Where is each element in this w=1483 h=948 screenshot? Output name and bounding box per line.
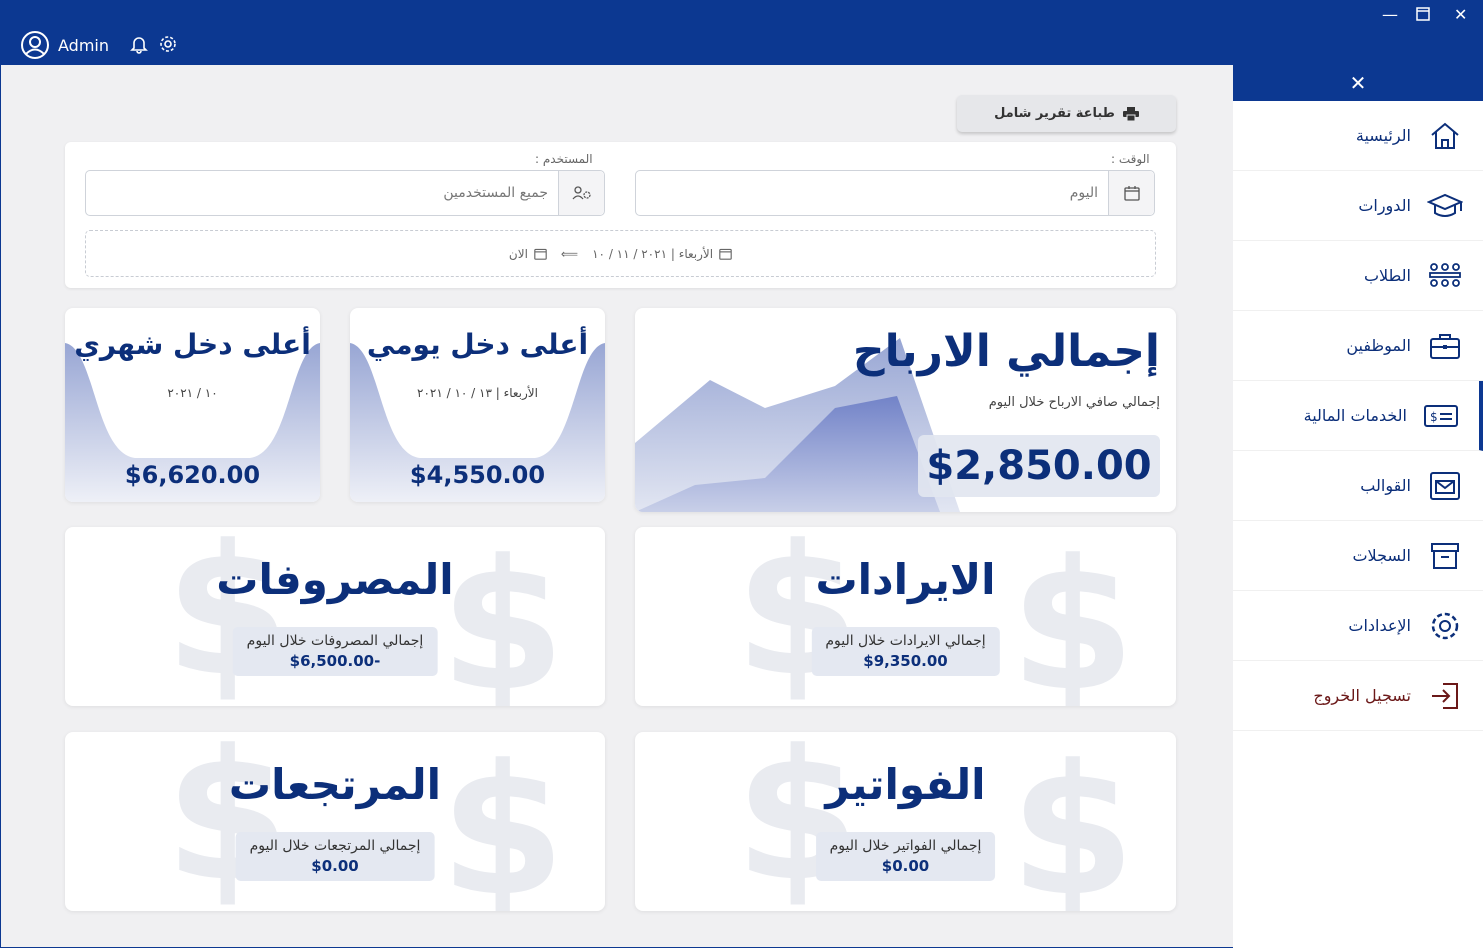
invoices-stat: إجمالي الفواتير خلال اليوم $0.00 — [815, 832, 996, 881]
total-profit-title: إجمالي الارباح — [852, 326, 1160, 377]
bell-icon[interactable] — [129, 34, 149, 54]
sidebar-item-financial-services[interactable]: الخدمات المالية $ — [1233, 381, 1483, 451]
sidebar-item-label: الرئيسية — [1355, 126, 1411, 145]
calendar-small-icon — [534, 248, 547, 260]
user-avatar-icon — [21, 31, 49, 59]
sidebar-item-students[interactable]: الطلاب — [1233, 241, 1483, 311]
sidebar-item-label: الدورات — [1358, 196, 1411, 215]
money-card-icon: $ — [1423, 400, 1459, 432]
daily-income-amount: $4,550.00 — [409, 461, 546, 489]
returns-title: المرتجعات — [228, 760, 442, 809]
maximize-button[interactable] — [1416, 5, 1430, 25]
range-to: الان — [508, 246, 528, 261]
monthly-income-card: أعلى دخل شهري ١٠ / ٢٠٢١ $6,620.00 — [65, 308, 320, 502]
sidebar-item-label: الإعدادات — [1348, 616, 1411, 635]
filter-panel: المستخدم : جميع المستخدمين الوقت : اليوم — [65, 142, 1176, 288]
total-profit-subtitle: إجمالي صافي الارباح خلال اليوم — [988, 395, 1160, 410]
user-filter-label: المستخدم : — [535, 152, 593, 166]
maximize-icon — [1416, 7, 1430, 21]
invoices-amount: $0.00 — [881, 857, 930, 875]
sidebar-item-settings[interactable]: الإعدادات — [1233, 591, 1483, 661]
user-menu[interactable]: Admin — [20, 30, 109, 60]
sidebar-item-logout[interactable]: تسجيل الخروج — [1233, 661, 1483, 731]
time-filter-value: اليوم — [1069, 185, 1098, 201]
user-filter-value: جميع المستخدمين — [443, 185, 548, 201]
sidebar-nav: ✕ الرئيسية الدورات الطلاب الموظفين الخدم… — [1233, 65, 1483, 948]
daily-income-title: أعلى دخل يومي — [366, 328, 589, 361]
daily-income-date: الأربعاء | ١٣ / ١٠ / ٢٠٢١ — [417, 386, 538, 400]
title-bar: Admin — ✕ — [0, 0, 1483, 65]
graduation-cap-icon — [1427, 190, 1463, 222]
expenses-card[interactable]: $ $ المصروفات إجمالي المصروفات خلال اليو… — [65, 527, 605, 706]
date-range-display: الان ⟸ الأربعاء | ٢٠٢١ / ١١ / ١٠ — [85, 230, 1156, 277]
expenses-stat: إجمالي المصروفات خلال اليوم $6,500.00- — [232, 627, 438, 676]
returns-stat: إجمالي المرتجعات خلال اليوم $0.00 — [235, 832, 435, 881]
home-icon — [1427, 120, 1463, 152]
close-sidebar-icon[interactable]: ✕ — [1350, 71, 1367, 95]
monthly-income-date: ١٠ / ٢٠٢١ — [167, 386, 218, 400]
time-filter-label: الوقت : — [1111, 152, 1150, 166]
user-filter-select[interactable]: جميع المستخدمين — [85, 170, 605, 216]
sidebar-item-label: الموظفين — [1346, 336, 1411, 355]
expenses-amount: $6,500.00- — [289, 652, 381, 670]
revenues-label: إجمالي الايرادات خلال اليوم — [825, 633, 986, 649]
invoices-label: إجمالي الفواتير خلال اليوم — [829, 838, 982, 854]
returns-amount: $0.00 — [311, 857, 359, 875]
users-cog-icon — [558, 171, 604, 215]
archive-icon — [1427, 540, 1463, 572]
expenses-label: إجمالي المصروفات خلال اليوم — [246, 633, 424, 649]
print-report-button[interactable]: طباعة تقرير شامل — [957, 95, 1176, 132]
sidebar-item-employees[interactable]: الموظفين — [1233, 311, 1483, 381]
expenses-title: المصروفات — [216, 555, 454, 604]
revenues-amount: $9,350.00 — [863, 652, 948, 670]
svg-text:$: $ — [1430, 410, 1438, 424]
monthly-income-title: أعلى دخل شهري — [74, 328, 311, 361]
revenues-stat: إجمالي الايرادات خلال اليوم $9,350.00 — [811, 627, 1000, 676]
sidebar-item-label: الطلاب — [1363, 266, 1411, 285]
daily-income-card: أعلى دخل يومي الأربعاء | ١٣ / ١٠ / ٢٠٢١ … — [350, 308, 605, 502]
gear-icon[interactable] — [158, 34, 178, 54]
sidebar-item-courses[interactable]: الدورات — [1233, 171, 1483, 241]
invoices-card[interactable]: $ $ الفواتير إجمالي الفواتير خلال اليوم … — [635, 732, 1176, 911]
total-profit-card: إجمالي الارباح إجمالي صافي الارباح خلال … — [635, 308, 1176, 512]
main-content: طباعة تقرير شامل المستخدم : جميع المستخد… — [1, 65, 1233, 947]
print-report-label: طباعة تقرير شامل — [994, 106, 1115, 121]
sidebar-item-label: الخدمات المالية — [1303, 406, 1407, 425]
sidebar-item-label: القوالب — [1360, 476, 1411, 495]
calendar-icon — [1108, 171, 1154, 215]
sidebar-item-label: تسجيل الخروج — [1313, 686, 1411, 705]
sidebar-item-home[interactable]: الرئيسية — [1233, 101, 1483, 171]
logout-icon — [1427, 680, 1463, 712]
arrow-left-icon: ⟸ — [560, 246, 579, 261]
username: Admin — [58, 35, 109, 55]
range-from: الأربعاء | ٢٠٢١ / ١١ / ١٠ — [592, 246, 714, 261]
time-filter-select[interactable]: اليوم — [635, 170, 1155, 216]
sidebar-item-templates[interactable]: القوالب — [1233, 451, 1483, 521]
mail-icon — [1427, 470, 1463, 502]
invoices-title: الفواتير — [825, 760, 986, 809]
printer-icon — [1122, 106, 1139, 121]
calendar-small-icon — [719, 248, 732, 260]
monthly-income-amount: $6,620.00 — [124, 461, 261, 489]
briefcase-icon — [1427, 330, 1463, 362]
sidebar-header: ✕ — [1233, 65, 1483, 101]
returns-label: إجمالي المرتجعات خلال اليوم — [249, 838, 421, 854]
revenues-card[interactable]: $ $ الايرادات إجمالي الايرادات خلال اليو… — [635, 527, 1176, 706]
revenues-title: الايرادات — [815, 555, 996, 604]
close-window-button[interactable]: ✕ — [1454, 5, 1467, 24]
returns-card[interactable]: $ $ المرتجعات إجمالي المرتجعات خلال اليو… — [65, 732, 605, 911]
sidebar-item-label: السجلات — [1352, 546, 1411, 565]
sidebar-item-records[interactable]: السجلات — [1233, 521, 1483, 591]
gear-icon — [1427, 610, 1463, 642]
total-profit-amount: $2,850.00 — [918, 435, 1160, 497]
minimize-button[interactable]: — — [1382, 5, 1398, 24]
students-icon — [1427, 260, 1463, 292]
